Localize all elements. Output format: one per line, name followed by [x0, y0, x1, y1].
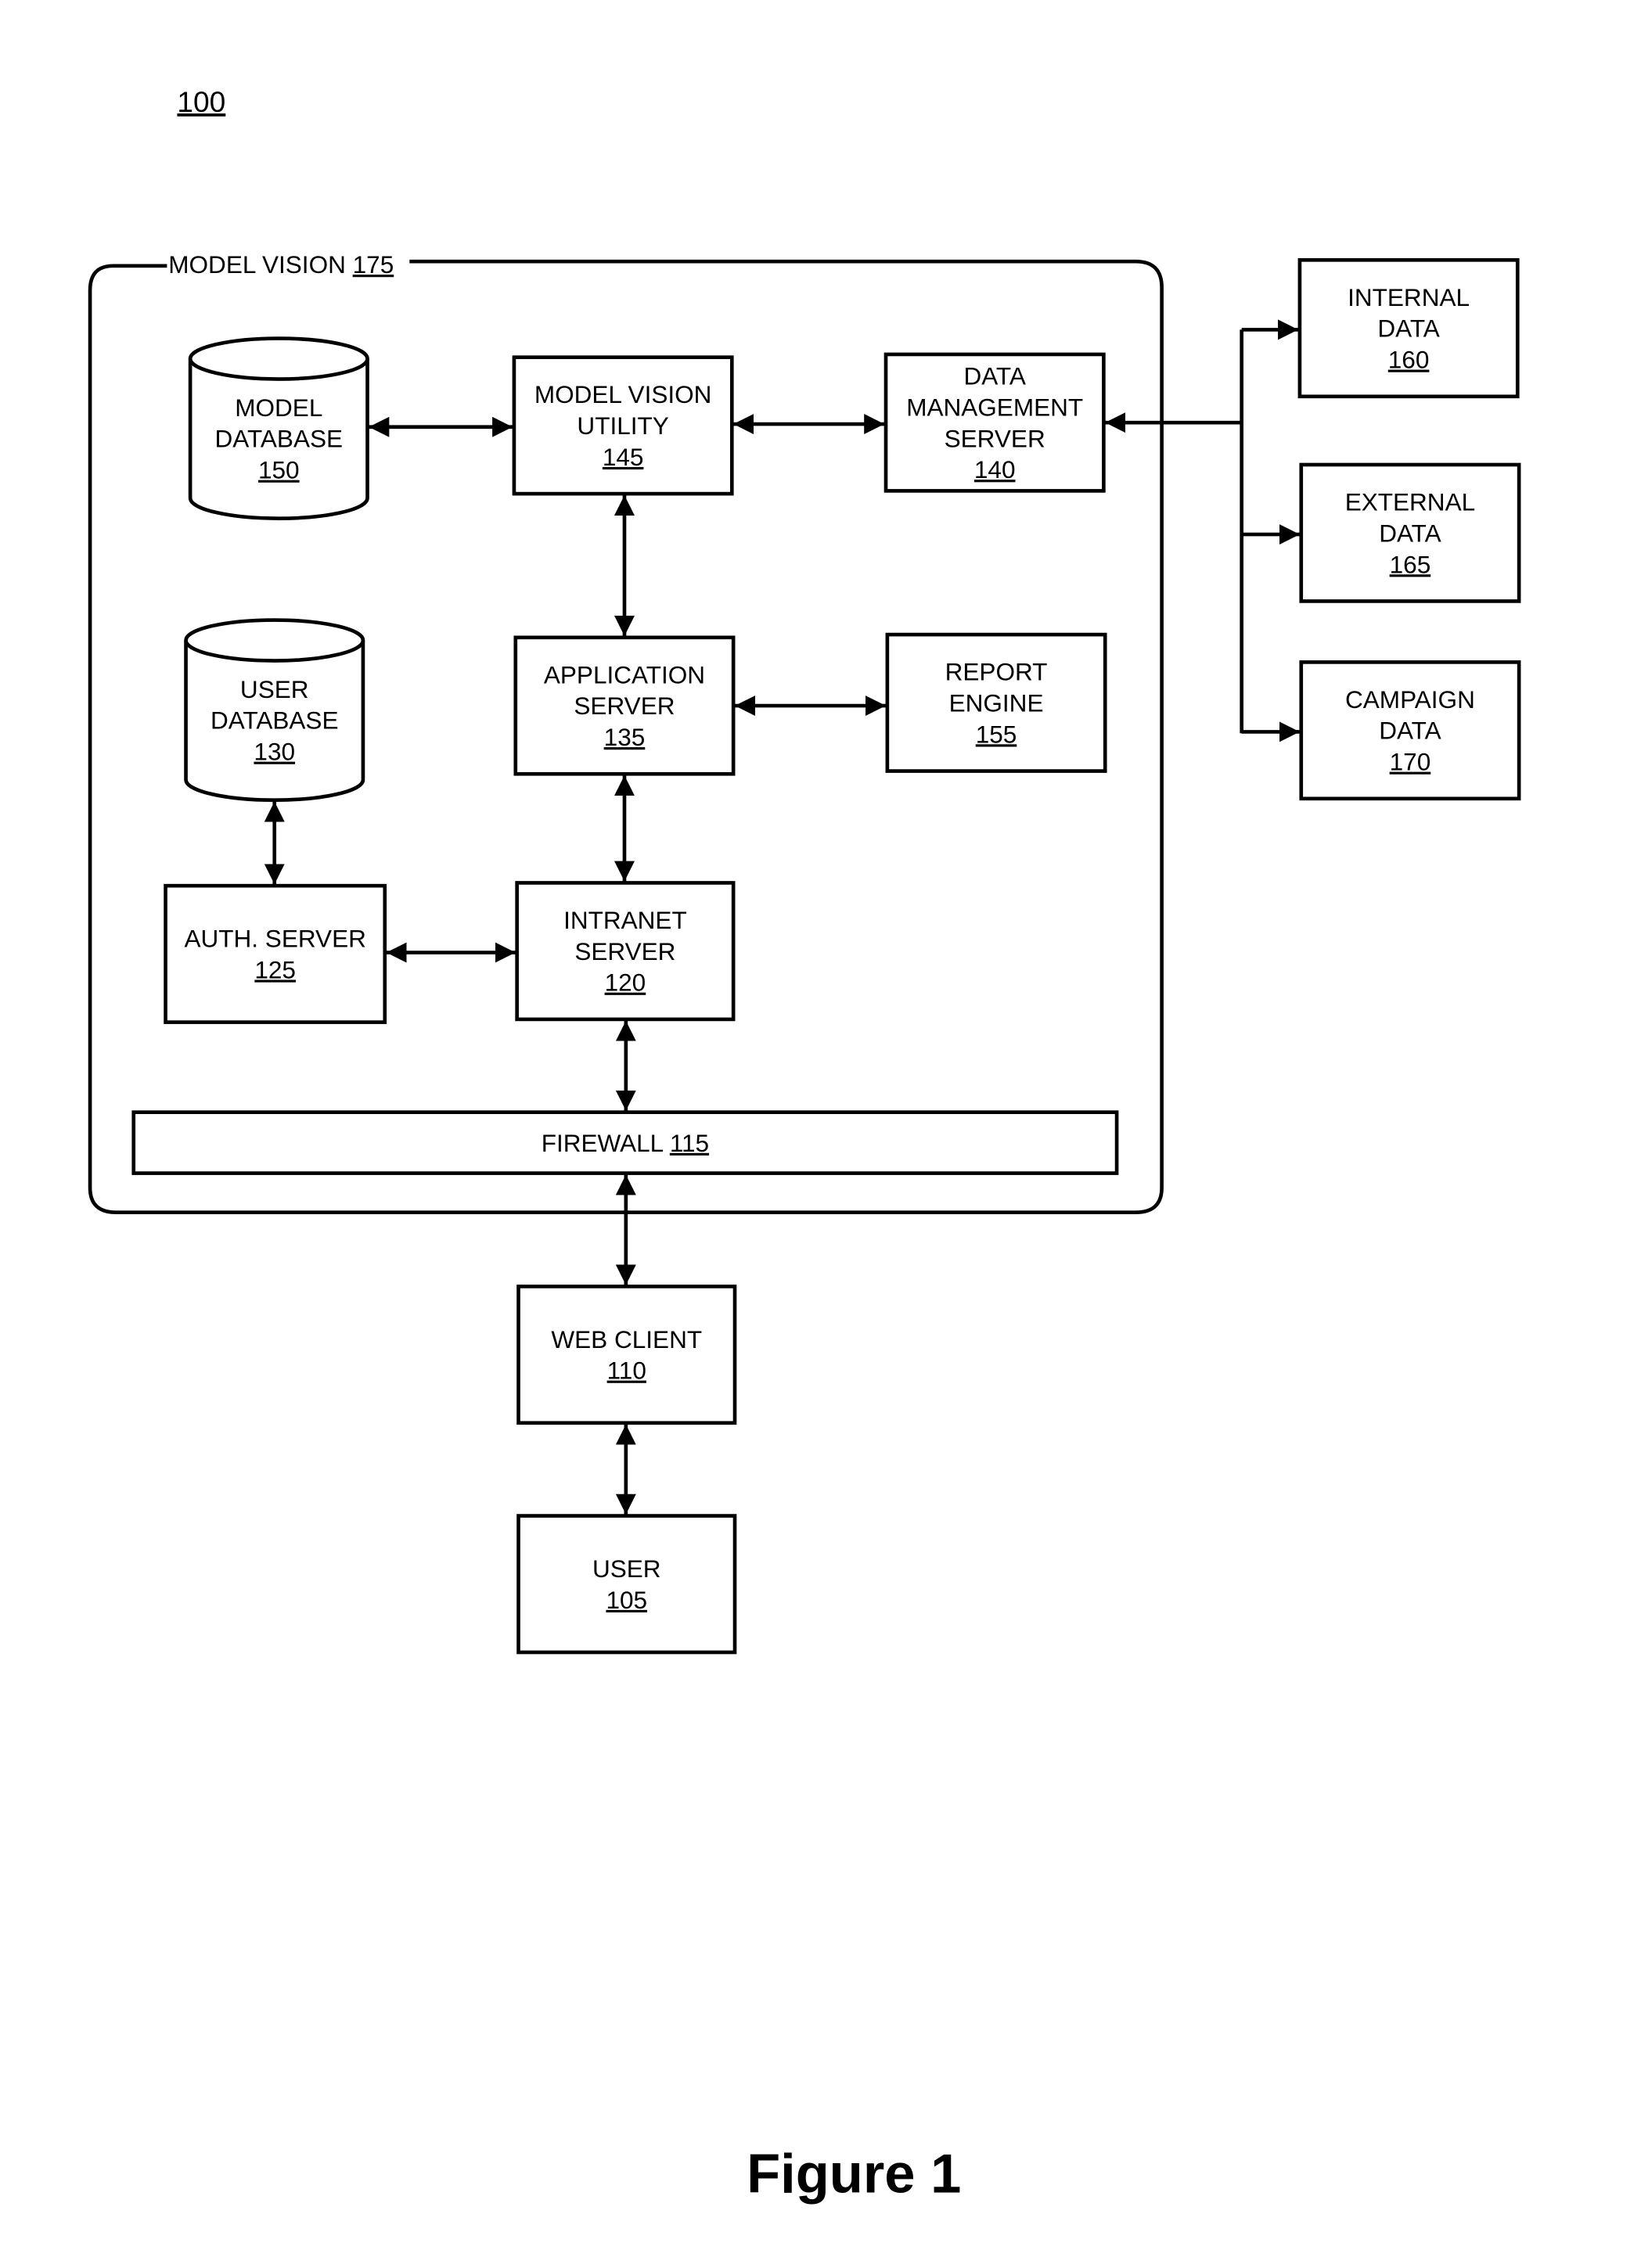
internal-data-label: DATA	[1377, 315, 1439, 343]
campaign-data-label: DATA	[1379, 717, 1441, 745]
internal-data-label: INTERNAL	[1348, 283, 1470, 311]
application-server-ref: 135	[604, 723, 646, 751]
firewall-label: FIREWALL 115	[542, 1129, 709, 1157]
user-database-ref: 130	[254, 738, 295, 766]
intranet-server-ref: 120	[605, 969, 646, 997]
user-database-cylinder-top	[184, 618, 365, 663]
auth-server-box	[164, 883, 387, 1024]
application-server-label: SERVER	[574, 692, 675, 720]
model-database-cylinder-top	[188, 336, 369, 381]
application-server-label: APPLICATION	[544, 660, 705, 688]
campaign-data-label: CAMPAIGN	[1345, 685, 1475, 713]
external-data-label: EXTERNAL	[1345, 487, 1475, 516]
model-vision-utility-label: UTILITY	[577, 412, 668, 440]
model-database-ref: 150	[258, 456, 300, 484]
user-database-label: DATABASE	[211, 706, 339, 735]
user-box	[516, 1514, 737, 1655]
report-engine-label: REPORT	[945, 658, 1048, 686]
external-data-ref: 165	[1390, 550, 1431, 578]
model-database-label: MODEL	[235, 394, 322, 422]
figure-caption: Figure 1	[747, 2142, 961, 2204]
data-management-server-label: DATA	[963, 361, 1025, 390]
external-data-label: DATA	[1379, 519, 1441, 547]
report-engine-ref: 155	[976, 720, 1017, 748]
auth-server-label: AUTH. SERVER	[184, 925, 365, 953]
model-database-label: DATABASE	[215, 425, 344, 453]
system-diagram: 100 MODEL VISION 175 MODEL DATABASE 150 MODE…	[88, 85, 1521, 2204]
web-client-label: WEB CLIENT	[551, 1325, 702, 1353]
data-management-server-ref: 140	[974, 455, 1016, 483]
web-client-box	[516, 1285, 737, 1425]
web-client	[516, 1285, 737, 1425]
intranet-server-label: SERVER	[574, 937, 675, 965]
report-engine-label: ENGINE	[949, 688, 1044, 717]
web-client-ref: 110	[607, 1357, 646, 1385]
auth-server	[164, 883, 387, 1024]
internal-data-ref: 160	[1388, 346, 1430, 374]
user	[516, 1514, 737, 1655]
figure-number: 100	[177, 85, 225, 118]
data-management-server-label: SERVER	[945, 424, 1045, 452]
user-ref: 105	[606, 1586, 647, 1614]
campaign-data-ref: 170	[1390, 748, 1431, 776]
intranet-server-label: INTRANET	[563, 906, 687, 934]
model-vision-utility-label: MODEL VISION	[534, 380, 712, 408]
data-management-server-label: MANAGEMENT	[906, 393, 1083, 421]
auth-server-ref: 125	[254, 955, 296, 983]
container-label: MODEL VISION 175	[168, 250, 394, 279]
user-database-label: USER	[240, 675, 309, 703]
model-vision-utility-ref: 145	[603, 443, 644, 471]
user-label: USER	[592, 1555, 661, 1583]
